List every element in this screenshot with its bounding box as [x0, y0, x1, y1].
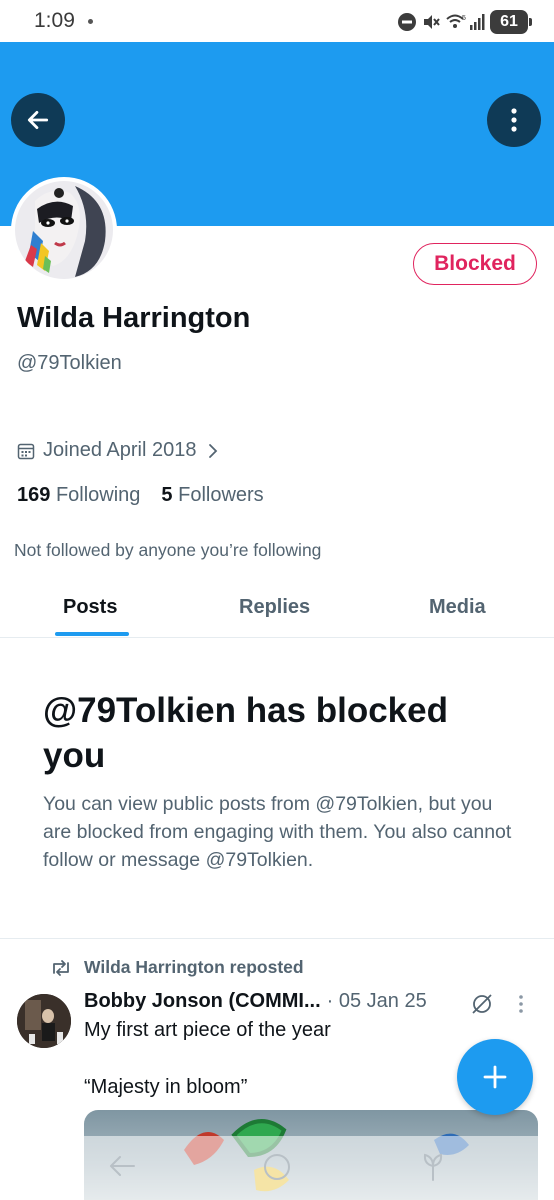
grok-icon[interactable] — [470, 992, 494, 1016]
more-vertical-icon — [511, 108, 517, 132]
nav-home-icon[interactable] — [262, 1152, 292, 1182]
joined-date-text: Joined April 2018 — [43, 439, 197, 461]
chevron-right-icon — [209, 443, 218, 458]
tab-media[interactable]: Media — [429, 596, 486, 619]
more-options-button[interactable] — [487, 93, 541, 147]
blocked-notice-description: You can view public posts from @79Tolkie… — [43, 793, 512, 871]
notification-dot-icon — [88, 19, 93, 24]
post-date: · 05 Jan 25 — [326, 990, 427, 1012]
do-not-disturb-icon — [398, 13, 416, 31]
profile-handle: @79Tolkien — [17, 352, 122, 374]
post-author-photo — [17, 994, 71, 1048]
system-navigation-bar — [0, 1136, 554, 1200]
avatar-artwork — [15, 181, 113, 279]
tab-replies[interactable]: Replies — [239, 596, 310, 619]
active-tab-indicator — [55, 632, 129, 636]
svg-text:5: 5 — [462, 15, 466, 22]
not-followed-text: Not followed by anyone you’re following — [14, 540, 322, 560]
blocked-notice-title: @79Tolkien has blocked you — [43, 691, 448, 775]
nav-back-icon[interactable] — [106, 1152, 138, 1180]
follow-stats: 169 Following 5 Followers — [17, 484, 285, 507]
followers-stat[interactable]: 5 Followers — [161, 484, 263, 507]
wifi-icon: 5 — [446, 14, 466, 28]
profile-display-name: Wilda Harrington — [17, 302, 251, 334]
status-bar: 1:09 5 61 — [0, 0, 554, 42]
calendar-icon — [17, 443, 35, 459]
profile-tabs: Posts Replies Media — [0, 586, 554, 638]
following-label: Following — [55, 484, 141, 506]
tab-posts[interactable]: Posts — [63, 596, 117, 619]
status-time: 1:09 — [34, 9, 75, 32]
post-text-line2: “Majesty in bloom” — [84, 1076, 248, 1098]
divider — [0, 938, 554, 939]
profile-avatar[interactable] — [11, 177, 117, 283]
compose-post-button[interactable] — [457, 1039, 533, 1115]
followers-count: 5 — [161, 484, 173, 506]
repost-indicator: Wilda Harrington reposted — [50, 957, 304, 978]
joined-date-row[interactable]: Joined April 2018 — [17, 439, 218, 462]
post-header: Bobby Jonson (COMMI... · 05 Jan 25 — [84, 990, 427, 1013]
post-text-line1: My first art piece of the year — [84, 1019, 331, 1041]
following-stat[interactable]: 169 Following — [17, 484, 140, 507]
following-count: 169 — [17, 484, 51, 506]
repost-label: Wilda Harrington reposted — [84, 957, 304, 977]
post-more-icon[interactable] — [518, 994, 524, 1014]
followers-label: Followers — [178, 484, 264, 506]
battery-indicator: 61 — [490, 10, 532, 34]
blocked-button[interactable]: Blocked — [413, 243, 537, 285]
plus-icon — [483, 1065, 507, 1089]
mute-icon — [424, 15, 440, 29]
repost-icon — [53, 959, 69, 976]
post-author-avatar[interactable] — [17, 994, 71, 1048]
post-author-name[interactable]: Bobby Jonson (COMMI... — [84, 990, 321, 1013]
arrow-left-icon — [27, 111, 49, 129]
back-button[interactable] — [11, 93, 65, 147]
nav-assistant-icon[interactable] — [420, 1152, 446, 1182]
signal-icon — [470, 14, 485, 30]
